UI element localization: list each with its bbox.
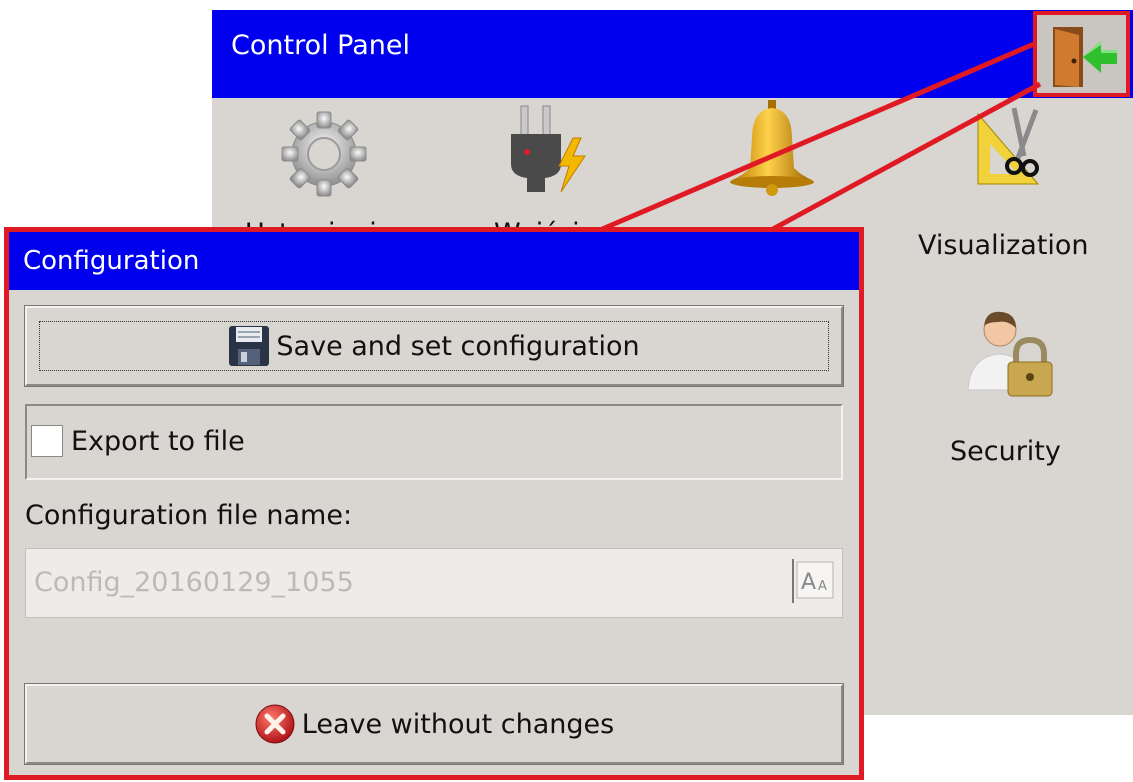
configuration-dialog: Configuration Save and set configuration… [4,227,864,780]
export-to-file-checkbox[interactable] [31,425,63,457]
configuration-title: Configuration [23,246,200,276]
exit-button[interactable] [1033,11,1130,97]
svg-text:A: A [818,579,827,594]
control-panel-titlebar: Control Panel [212,10,1133,98]
visualization-tile[interactable] [972,104,1048,194]
leave-without-changes-button[interactable]: Leave without changes [24,683,844,765]
control-panel-title: Control Panel [231,30,411,61]
configuration-file-name-label: Configuration file name: [25,500,353,531]
plug-power-icon [511,105,586,193]
alarms-tile[interactable] [724,98,820,202]
security-label: Security [950,436,1061,467]
keyboard-button[interactable]: A A [792,559,836,603]
focus-rectangle [39,321,829,371]
visualization-label: Visualization [918,230,1089,261]
red-x-circle-icon [254,703,296,745]
settings-tile[interactable] [276,106,372,206]
door-exit-icon [1053,27,1117,87]
save-and-set-configuration-button[interactable]: Save and set configuration [24,305,844,387]
svg-text:A: A [801,570,816,595]
export-to-file-row: Export to file [25,404,843,480]
configuration-file-name-value: Config_20160129_1055 [34,567,354,598]
user-lock-icon [967,311,1053,397]
inputs-tile[interactable] [499,102,595,206]
bell-icon [730,100,814,196]
leave-button-label: Leave without changes [301,708,615,740]
configuration-file-name-field[interactable]: Config_20160129_1055 A A [25,548,843,618]
keyboard-aa-icon: A A [794,559,836,601]
security-tile[interactable] [964,304,1060,408]
export-to-file-label: Export to file [71,426,245,457]
configuration-titlebar: Configuration [9,232,859,290]
ruler-scissors-icon [977,107,1040,185]
gear-icon [281,111,367,197]
